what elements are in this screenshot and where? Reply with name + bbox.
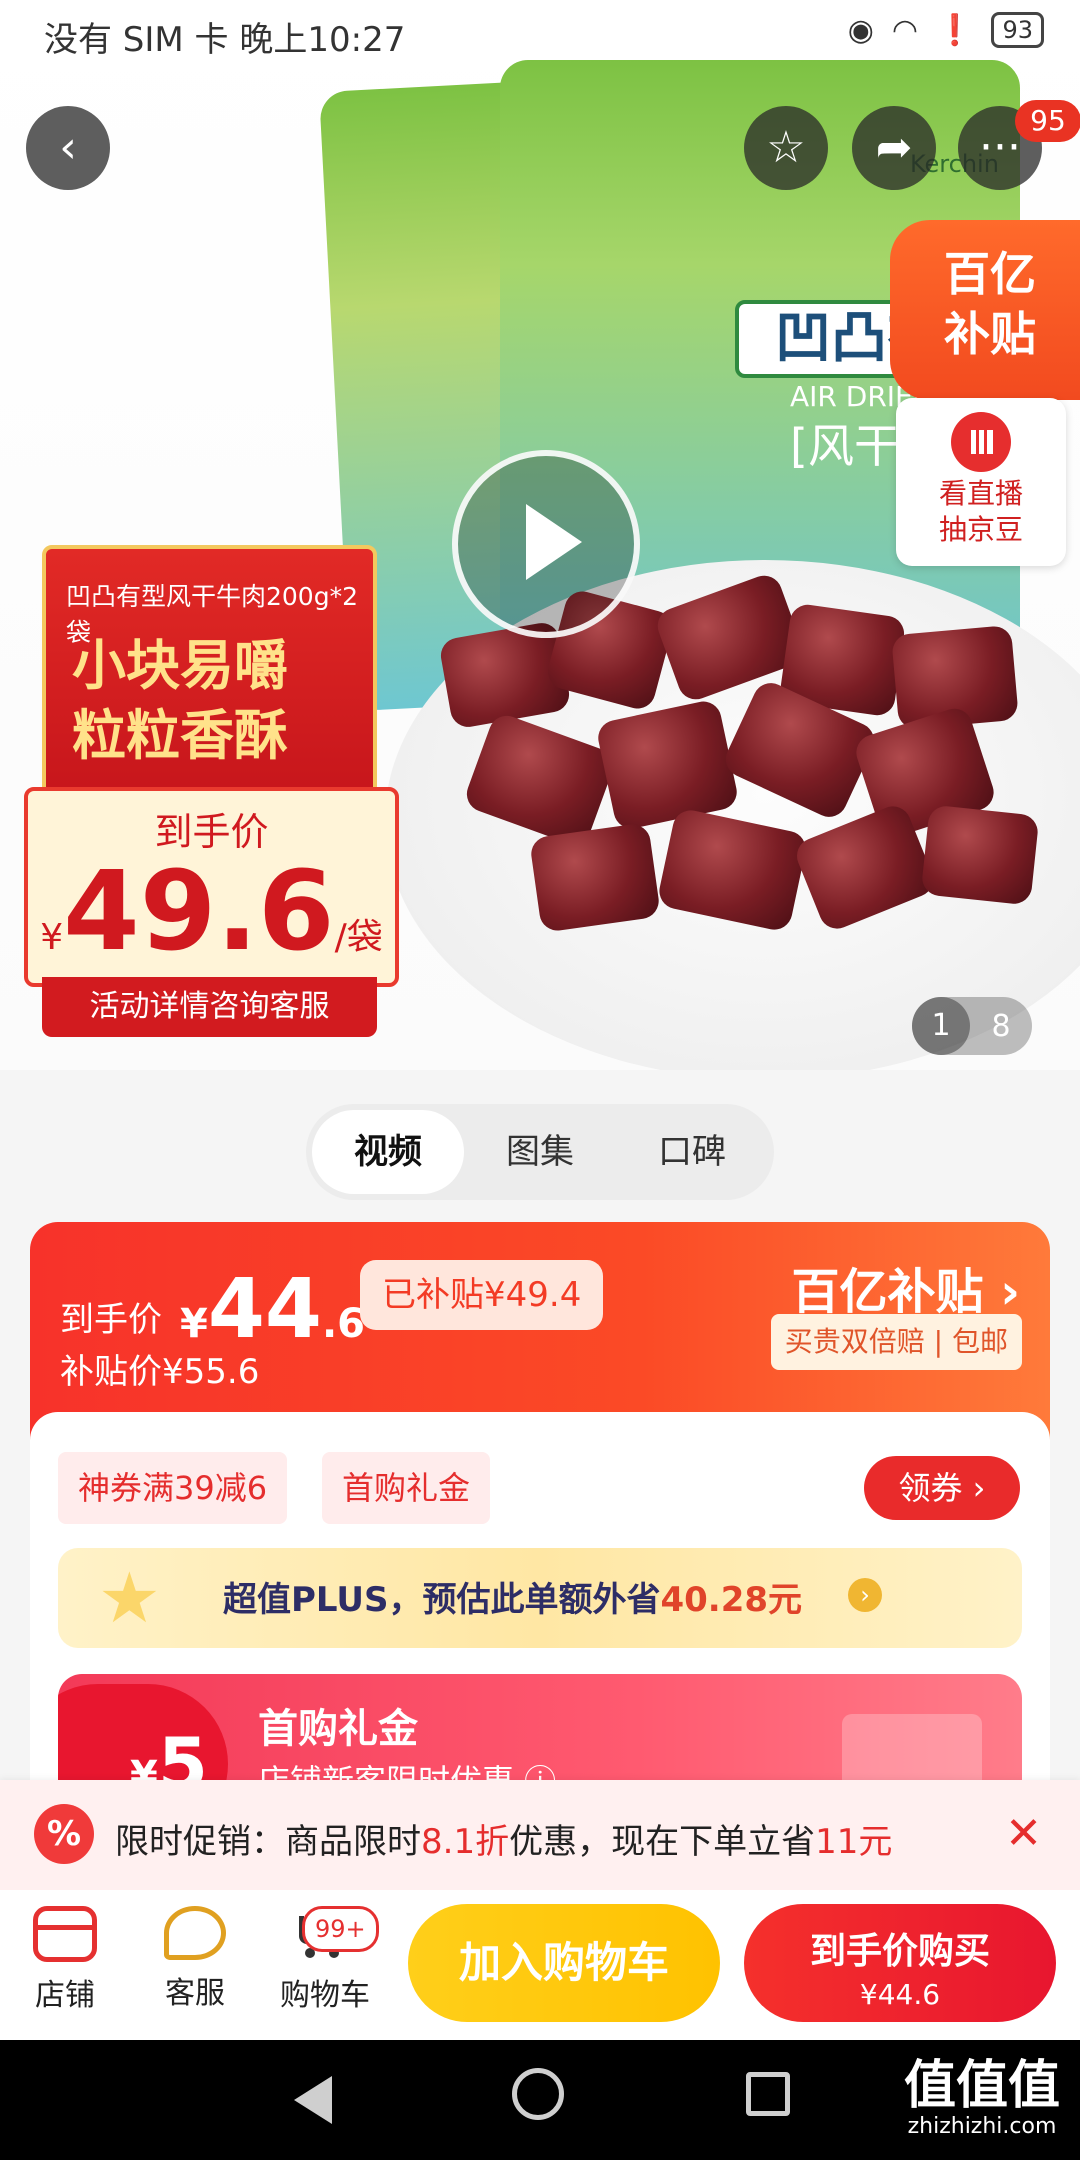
gallery-indicator: 1 8 [912,997,1032,1055]
promo-currency: ¥ [40,917,64,958]
buy-now-button[interactable]: 到手价购买 ¥44.6 [744,1904,1056,2022]
nav-recent-icon[interactable] [746,2072,790,2116]
eye-icon: ◉ [847,12,874,48]
percent-icon: % [34,1804,94,1864]
gift-title: 首购礼金 [258,1706,418,1752]
live-text-2: 抽京豆 [938,513,1023,546]
guarantee-tag: 买贵双倍赔 | 包邮 [770,1314,1022,1370]
customer-service-icon [164,1906,226,1960]
watermark-logo: 值值值 zhizhizhi.com [904,2058,1060,2140]
battery-icon: 93 [991,12,1044,48]
store-button[interactable]: 店铺 [10,1906,120,2014]
store-icon [33,1906,97,1962]
promo-unit: /袋 [334,917,383,958]
promo-slogan-1: 小块易嚼 [72,634,288,697]
star-icon: ★ [98,1557,161,1639]
customer-service-button[interactable]: 客服 [140,1906,250,2012]
share-icon[interactable]: ➦ [852,106,936,190]
coupon-tag-first-purchase[interactable]: 首购礼金 [322,1452,491,1524]
watermark-sub: zhizhizhi.com [907,2114,1057,2139]
wifi-icon: ◠ [891,12,919,48]
status-carrier-time: 没有 SIM 卡 晚上10:27 [44,20,406,60]
status-bar: 没有 SIM 卡 晚上10:27 ◉ ◠ ❗ 93 [0,0,1080,76]
promo-price-box: 到手价 ¥49.6/袋 [24,787,399,987]
plus-text-prefix: 超值PLUS，预估此单额外省 [223,1580,661,1620]
indicator-total: 8 [991,1008,1011,1044]
tab-reviews[interactable]: 口碑 [616,1110,768,1194]
alert-icon: ❗ [936,12,974,48]
add-to-cart-button[interactable]: 加入购物车 [408,1904,720,2022]
final-price: ¥44.6 [180,1262,365,1357]
promo-slogan-2: 粒粒香酥 [72,704,288,767]
indicator-current: 1 [912,997,970,1055]
lim-text2: 优惠，现在下单立省 [509,1822,816,1862]
tab-gallery[interactable]: 图集 [464,1110,616,1194]
media-tabs: 视频 图集 口碑 [306,1104,774,1200]
service-label: 客服 [165,1976,225,2011]
live-text-1: 看直播 [938,477,1023,510]
message-count-badge: 95 [1015,100,1080,142]
live-icon [951,412,1011,472]
watermark-main: 值值值 [903,2056,1060,2116]
buy-label: 到手价购买 [809,1931,990,1972]
store-label: 店铺 [35,1978,95,2013]
cart-label: 购物车 [280,1978,370,2013]
subsidy-tag: 已补贴¥49.4 [360,1260,604,1330]
limited-promo-banner: % 限时促销：商品限时8.1折优惠，现在下单立省11元 ✕ [0,1780,1080,1890]
get-coupon-button[interactable]: 领券 › [864,1456,1020,1520]
jerky-plate [385,560,1080,1070]
plus-savings-bar[interactable]: ★ 超值PLUS，预估此单额外省40.28元 › [58,1548,1022,1648]
plus-amount: 40.28元 [660,1580,803,1620]
final-price-label: 到手价 [60,1300,162,1340]
lim-save: 11元 [815,1822,893,1862]
yi-badge-line1: 百亿 [944,247,1036,301]
coupon-tag-discount[interactable]: 神券满39减6 [58,1452,288,1524]
cart-count-badge: 99+ [302,1906,379,1952]
promo-price: 49.6 [63,847,335,975]
subsidy-price: 补贴价¥55.6 [60,1352,260,1392]
limited-promo-text: 限时促销：商品限时8.1折优惠，现在下单立省11元 [115,1814,892,1863]
chevron-right-icon: › [848,1578,882,1612]
nav-home-icon[interactable] [512,2068,564,2120]
close-icon[interactable]: ✕ [1005,1808,1042,1859]
play-video-button[interactable] [452,450,640,638]
live-stream-entry[interactable]: 看直播 抽京豆 [896,398,1066,566]
billion-subsidy-badge[interactable]: 百亿 补贴 [890,220,1080,400]
buy-price: ¥44.6 [859,1978,941,2011]
billion-subsidy-link[interactable]: 百亿补贴 › [792,1252,1021,1322]
favorite-star-icon[interactable]: ☆ [744,106,828,190]
lim-discount: 8.1折 [421,1822,510,1862]
promo-overlay: 凹凸有型风干牛肉200g*2袋 小块易嚼 粒粒香酥 到手价 ¥49.6/袋 活动… [24,545,399,1037]
plus-text: 超值PLUS，预估此单额外省40.28元 [223,1572,802,1621]
final-price-dec: .6 [321,1301,365,1347]
product-gallery[interactable]: Kerchin 凹凸有 AIR DRIED BEEF [风干牛 ‹ ☆ ➦ ··… [0,0,1080,1070]
final-price-int: 44 [207,1262,322,1357]
back-button[interactable]: ‹ [26,106,110,190]
yi-badge-line2: 补贴 [944,307,1036,361]
lim-text1: 限时促销：商品限时 [115,1822,421,1862]
nav-back-icon[interactable] [290,2074,332,2126]
final-currency: ¥ [180,1301,208,1347]
system-nav-bar: 值值值 zhizhizhi.com [0,2040,1080,2160]
tab-video[interactable]: 视频 [312,1110,464,1194]
bottom-action-bar: 店铺 客服 购物车 99+ 加入购物车 到手价购买 ¥44.6 [0,1890,1080,2040]
promo-footer: 活动详情咨询客服 [42,977,377,1037]
